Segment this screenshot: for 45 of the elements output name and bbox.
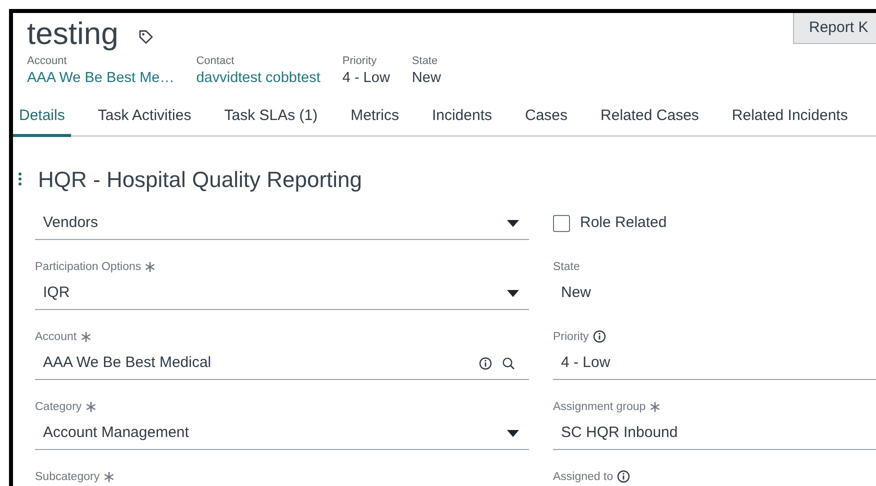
field-label: Assignment group xyxy=(553,400,646,414)
field-label: Participation Options xyxy=(35,260,142,274)
tab[interactable]: Cases xyxy=(519,101,574,136)
input-field[interactable]: AAA We Be Best Medical xyxy=(35,348,529,380)
input-field[interactable]: SC HQR Inbound xyxy=(553,418,876,450)
input-field[interactable]: 4 - Low xyxy=(553,348,876,380)
dropdown-field[interactable]: Vendors xyxy=(35,208,529,240)
info-icon[interactable] xyxy=(592,330,606,343)
caret-icon xyxy=(507,430,519,436)
drag-handle-icon[interactable] xyxy=(18,172,22,186)
tab[interactable]: Task SLAs (1) xyxy=(218,101,324,136)
field-label: Category xyxy=(35,400,82,414)
meta-label: Account xyxy=(27,54,68,68)
tab[interactable]: Details xyxy=(13,101,71,136)
field-label: Subcategory xyxy=(35,470,100,484)
field-label: Priority xyxy=(553,330,589,344)
meta-label: State xyxy=(412,54,439,68)
caret-icon xyxy=(507,220,519,226)
meta-value: 4 - Low xyxy=(342,69,390,88)
dropdown-field[interactable]: IQR xyxy=(35,278,529,310)
caret-icon xyxy=(507,290,519,296)
tab[interactable]: Task Activities xyxy=(92,101,198,136)
field-label: Assigned to xyxy=(553,470,614,484)
info-icon[interactable] xyxy=(479,356,492,370)
report-button[interactable]: Report K xyxy=(793,13,876,44)
meta-link[interactable]: davvidtest cobbtest xyxy=(196,68,320,88)
checkbox-label: Role Related xyxy=(580,213,667,234)
field-label: Account xyxy=(35,330,77,344)
field-value: New xyxy=(561,282,592,303)
meta-value: New xyxy=(412,69,441,88)
info-icon[interactable] xyxy=(617,470,630,483)
meta-link[interactable]: AAA We Be Best Me… xyxy=(27,68,174,88)
tab[interactable]: Related Cases xyxy=(594,101,705,136)
tab[interactable]: Related Incidents xyxy=(726,101,854,136)
section-title: HQR - Hospital Quality Reporting xyxy=(38,166,362,194)
checkbox[interactable] xyxy=(553,215,570,232)
tag-icon[interactable] xyxy=(138,29,154,45)
tab[interactable]: Incidents xyxy=(426,101,498,136)
meta-label: Priority xyxy=(342,54,378,68)
field-label: State xyxy=(553,260,580,274)
record-title: testing xyxy=(27,15,118,53)
meta-label: Contact xyxy=(196,54,236,68)
dropdown-field[interactable]: Account Management xyxy=(35,418,529,450)
tab[interactable]: Metrics xyxy=(344,101,405,136)
search-icon[interactable] xyxy=(502,356,515,370)
